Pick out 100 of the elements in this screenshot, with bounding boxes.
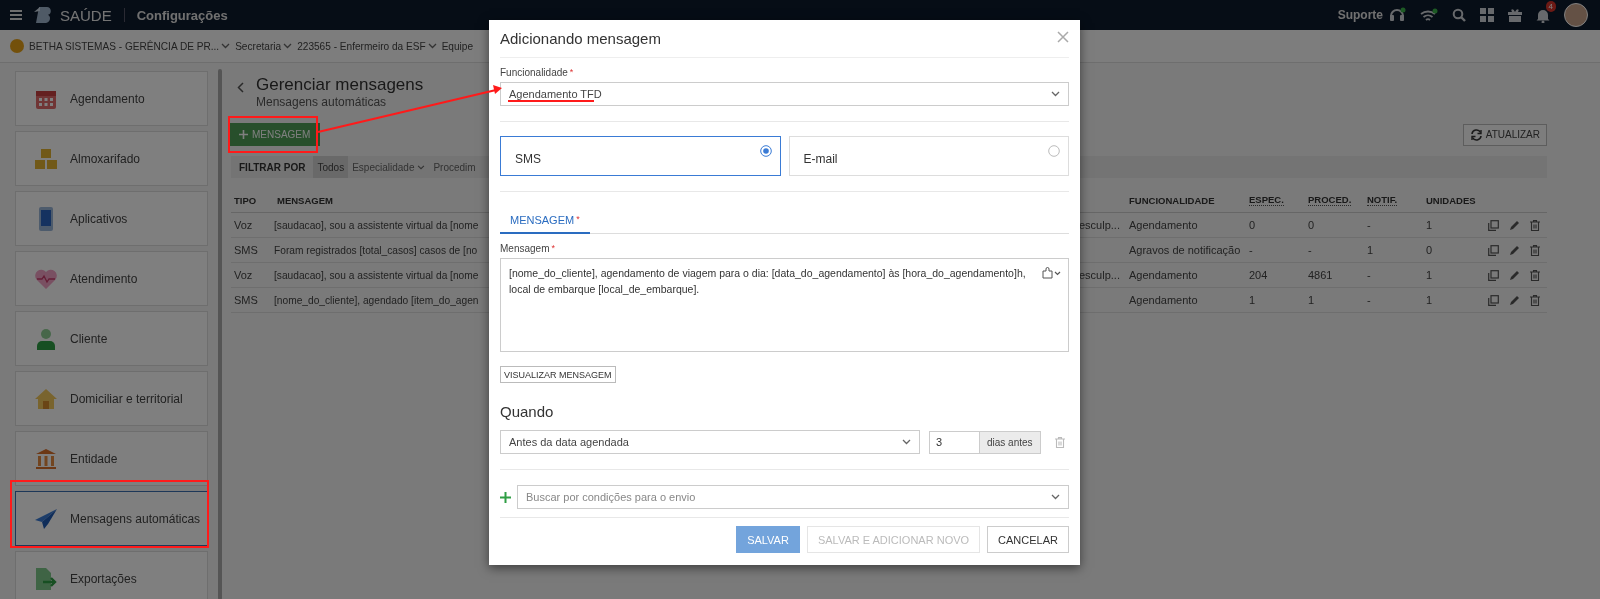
sidebar-item[interactable]: Mensagens automáticas [15, 491, 208, 546]
pencil-icon[interactable] [1509, 269, 1520, 281]
table-cell: 1 [1364, 238, 1423, 263]
avatar[interactable] [1564, 3, 1588, 27]
column-header[interactable]: FUNCIONALIDADE [1129, 194, 1215, 206]
bell-icon[interactable] [1536, 7, 1550, 23]
wifi-icon[interactable] [1420, 7, 1438, 23]
back-icon[interactable] [237, 82, 244, 93]
sidebar-item[interactable]: Entidade [15, 431, 208, 486]
context-selector[interactable]: BETHA SISTEMAS - GERÊNCIA DE PR... [29, 40, 220, 52]
page-title: Gerenciar mensagens [256, 75, 424, 95]
column-header[interactable]: TIPO [234, 194, 257, 206]
filter-option[interactable]: Todos [313, 156, 349, 178]
channel-option[interactable]: SMS [500, 136, 781, 176]
column-header[interactable]: NOTIF. [1367, 194, 1398, 206]
dialog-title: Adicionando mensagem [500, 30, 661, 47]
copy-icon[interactable] [1488, 219, 1499, 231]
table-cell: 0 [1423, 238, 1488, 263]
table-cell: Voz [231, 213, 274, 238]
message-textarea[interactable]: [nome_do_cliente], agendamento de viagem para o dia: [data_do_agendamento] às [hora_do_agendamento]h, local de embarque [local_de_embarque]. [500, 258, 1069, 352]
table-cell: Agendamento [1126, 263, 1246, 288]
caret-icon [1051, 91, 1060, 97]
table-cell: - [1305, 238, 1364, 263]
functionality-select[interactable]: Agendamento TFD [500, 82, 1069, 106]
column-header[interactable]: PROCED. [1308, 194, 1352, 206]
copy-icon[interactable] [1488, 294, 1499, 306]
dialog-button[interactable]: CANCELAR [987, 526, 1069, 553]
table-cell: - [1364, 263, 1423, 288]
building-icon [35, 447, 57, 470]
field-label: Funcionalidade * [500, 67, 575, 78]
field-label: Mensagem * [500, 243, 556, 254]
sidebar-item[interactable]: Domiciliar e territorial [15, 371, 208, 426]
page-subtitle: Mensagens automáticas [256, 95, 388, 109]
table-cell: - [1246, 238, 1305, 263]
logo-icon [34, 6, 54, 24]
refresh-button[interactable]: ATUALIZAR [1462, 123, 1547, 146]
trash-icon[interactable] [1530, 269, 1540, 281]
sidebar-item[interactable]: Agendamento [15, 71, 208, 126]
heart-icon [34, 267, 58, 290]
preview-button[interactable]: VISUALIZAR MENSAGEM [500, 366, 616, 383]
sidebar-item[interactable]: Aplicativos [15, 191, 208, 246]
gift-icon[interactable] [1508, 8, 1522, 22]
table-cell: 1 [1246, 288, 1305, 313]
sidebar-item[interactable]: Atendimento [15, 251, 208, 306]
copy-icon[interactable] [1488, 244, 1499, 256]
column-header[interactable]: UNIDADES [1426, 194, 1476, 206]
copy-icon[interactable] [1488, 269, 1499, 281]
column-header[interactable]: MENSAGEM [277, 194, 333, 206]
table-cell: 1 [1423, 263, 1488, 288]
channel-option[interactable]: E-mail [788, 136, 1069, 176]
person-icon [36, 327, 56, 350]
conditions-search-field[interactable]: Buscar por condições para o envio [517, 485, 1069, 509]
add-message-button[interactable]: MENSAGEM [229, 123, 321, 146]
trash-icon[interactable] [1530, 219, 1540, 231]
pencil-icon[interactable] [1509, 244, 1520, 256]
filter-option[interactable]: Procedim [429, 156, 480, 178]
sidebar-item[interactable]: Cliente [15, 311, 208, 366]
pencil-icon[interactable] [1509, 294, 1520, 306]
puzzle-icon[interactable] [1042, 267, 1062, 279]
table-cell: 1 [1423, 213, 1488, 238]
caret-icon [902, 439, 911, 445]
pencil-icon[interactable] [1509, 219, 1520, 231]
table-cell: 1 [1305, 288, 1364, 313]
filter-label: FILTRAR POR [238, 160, 307, 175]
export-icon [34, 566, 58, 591]
table-cell: 4861 [1305, 263, 1364, 288]
column-header[interactable]: ESPEC. [1249, 194, 1284, 206]
sidebar-item[interactable]: Almoxarifado [15, 131, 208, 186]
table-cell: 0 [1305, 213, 1364, 238]
refresh-icon [1469, 128, 1483, 141]
scrollbar[interactable] [218, 69, 222, 599]
grid-icon[interactable] [1480, 8, 1494, 22]
paper-plane-icon [34, 507, 58, 530]
context-selector[interactable]: Secretaria [235, 40, 282, 52]
table-cell: Agendamento [1126, 213, 1246, 238]
search-icon[interactable] [1452, 8, 1466, 22]
table-cell: [saudacao], sou a assistente virtual da [nome [274, 263, 485, 288]
context-selector[interactable]: 223565 - Enfermeiro da ESF [297, 40, 426, 52]
table-cell: Voz [231, 263, 274, 288]
table-cell: - [1364, 213, 1423, 238]
boxes-icon [34, 147, 58, 170]
section-heading: Quando [500, 403, 555, 420]
trash-icon[interactable] [1054, 436, 1065, 448]
trash-icon[interactable] [1530, 294, 1540, 306]
filter-option[interactable]: Especialidade [348, 156, 430, 178]
headset-icon[interactable] [1389, 7, 1406, 23]
table-cell: SMS [231, 288, 274, 313]
support-link[interactable]: Suporte [1337, 8, 1383, 22]
menu-icon[interactable] [10, 10, 22, 20]
table-cell: SMS [231, 238, 274, 263]
sidebar-item[interactable]: Exportações [15, 551, 208, 599]
table-cell: [saudacao], sou a assistente virtual da [nome [274, 213, 485, 238]
entity-icon [10, 39, 24, 53]
table-cell: Agendamento [1126, 288, 1246, 313]
condition-select[interactable]: Antes da data agendada [500, 430, 920, 454]
plus-icon[interactable] [500, 491, 511, 503]
context-selector[interactable]: Equipe [441, 40, 474, 52]
tab[interactable]: MENSAGEM * [500, 206, 590, 234]
trash-icon[interactable] [1530, 244, 1540, 256]
section-title: Configurações [136, 7, 228, 23]
